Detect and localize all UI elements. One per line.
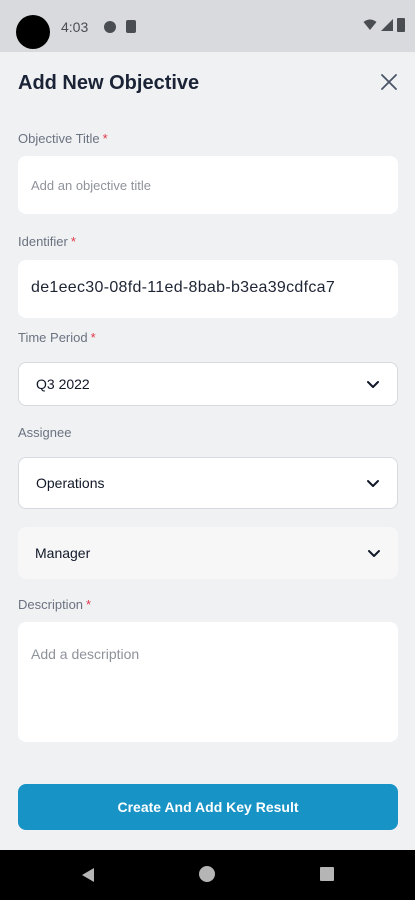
battery-icon <box>397 18 405 32</box>
identifier-value[interactable]: de1eec30-08fd-11ed-8bab-b3ea39cdfca7 <box>31 279 335 297</box>
objective-title-input[interactable] <box>18 156 398 214</box>
identifier-label: Identifier * <box>18 234 76 249</box>
chevron-down-icon <box>367 381 379 388</box>
assignee-role-value: Manager <box>35 545 91 561</box>
assignee-team-select[interactable]: Operations <box>18 457 398 509</box>
camera-cutout <box>16 15 50 49</box>
notification-icon <box>104 21 116 33</box>
status-time: 4:03 <box>61 19 89 35</box>
required-mark: * <box>86 597 92 612</box>
objective-title-field[interactable] <box>18 156 398 214</box>
page-title: Add New Objective <box>18 72 200 94</box>
chevron-down-icon <box>367 480 379 487</box>
assignee-team-value: Operations <box>36 475 105 491</box>
required-mark: * <box>70 234 76 249</box>
required-mark: * <box>90 330 96 345</box>
close-icon[interactable] <box>379 72 399 92</box>
description-textarea[interactable]: Add a description <box>18 622 398 742</box>
back-icon[interactable] <box>80 867 96 883</box>
time-period-value: Q3 2022 <box>36 376 90 392</box>
description-label: Description * <box>18 597 92 612</box>
create-and-add-key-result-button[interactable]: Create And Add Key Result <box>18 784 398 830</box>
identifier-field[interactable]: de1eec30-08fd-11ed-8bab-b3ea39cdfca7 <box>18 260 398 318</box>
signal-icon <box>381 19 393 31</box>
objective-title-label: Objective Title * <box>18 131 108 146</box>
time-period-label: Time Period * <box>18 330 96 345</box>
time-period-select[interactable]: Q3 2022 <box>18 362 398 406</box>
recent-apps-icon[interactable] <box>320 867 334 881</box>
chevron-down-icon <box>368 550 380 557</box>
assignee-label: Assignee <box>18 425 72 440</box>
required-mark: * <box>102 131 108 146</box>
status-icons <box>363 18 405 32</box>
status-bar: 4:03 <box>0 0 415 52</box>
wifi-icon <box>363 19 377 30</box>
assignee-role-select[interactable]: Manager <box>18 527 398 579</box>
sim-card-icon <box>126 20 136 33</box>
dialog-header: Add New Objective <box>0 52 415 114</box>
home-icon[interactable] <box>199 866 215 882</box>
system-nav-bar <box>0 850 415 900</box>
description-placeholder[interactable]: Add a description <box>31 646 139 662</box>
